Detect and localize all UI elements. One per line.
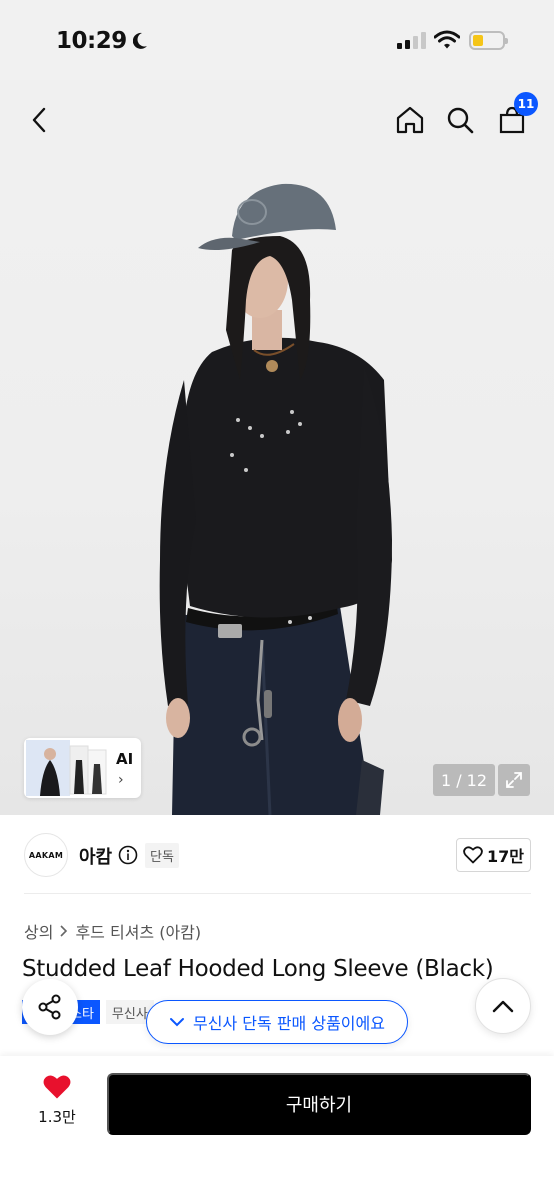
exclusive-toast: 무신사 단독 판매 상품이에요 bbox=[146, 1000, 408, 1044]
clock: 10:29 bbox=[56, 28, 127, 54]
fullscreen-button[interactable] bbox=[498, 764, 530, 796]
product-title: Studded Leaf Hooded Long Sleeve (Black) bbox=[22, 956, 494, 982]
buy-button[interactable]: 구매하기 bbox=[107, 1073, 531, 1135]
cart-button[interactable]: 11 bbox=[492, 92, 538, 140]
product-image-gallery[interactable]: 11 AI › 1 / 12 bbox=[0, 0, 554, 815]
chevron-down-icon bbox=[170, 1018, 185, 1027]
home-button[interactable] bbox=[390, 100, 430, 140]
image-counter: 1 / 12 bbox=[433, 764, 495, 796]
ai-thumbnail-images bbox=[26, 740, 107, 796]
moon-icon bbox=[132, 32, 147, 49]
brand-logo[interactable]: AAKAM bbox=[24, 833, 68, 877]
brand-like-count: 17만 bbox=[487, 847, 524, 866]
ai-styling-card[interactable]: AI › bbox=[24, 738, 141, 798]
status-time: 10:29 bbox=[56, 28, 153, 54]
chevron-up-icon bbox=[492, 1000, 514, 1013]
home-icon bbox=[396, 106, 424, 134]
breadcrumb: 상의 후드 티셔츠 (아캄) bbox=[24, 919, 201, 943]
chevron-right-icon bbox=[60, 925, 68, 937]
chevron-left-icon bbox=[32, 107, 46, 133]
exclusive-badge: 단독 bbox=[145, 843, 179, 868]
brand-like-button[interactable]: 17만 bbox=[456, 838, 531, 872]
share-icon bbox=[38, 994, 61, 1020]
battery-level bbox=[473, 35, 483, 46]
expand-icon bbox=[506, 772, 522, 788]
wishlist-count: 1.3만 bbox=[38, 1108, 76, 1126]
divider bbox=[24, 893, 531, 894]
toast-text: 무신사 단독 판매 상품이에요 bbox=[193, 1014, 385, 1033]
heart-outline-icon bbox=[463, 846, 483, 864]
wishlist-button[interactable]: 1.3만 bbox=[30, 1074, 84, 1134]
status-bar: 10:29 bbox=[0, 0, 554, 80]
ai-label: AI bbox=[116, 750, 134, 768]
brand-name[interactable]: 아캄 bbox=[79, 843, 112, 869]
wifi-icon bbox=[434, 30, 460, 49]
battery-icon bbox=[469, 31, 508, 50]
share-button[interactable] bbox=[22, 979, 78, 1035]
search-icon bbox=[447, 107, 474, 134]
search-button[interactable] bbox=[440, 100, 480, 140]
chevron-right-icon: › bbox=[118, 772, 124, 788]
bottom-action-bar: 1.3만 구매하기 bbox=[0, 1056, 554, 1200]
back-button[interactable] bbox=[20, 100, 60, 140]
info-icon[interactable] bbox=[118, 845, 138, 865]
heart-filled-icon bbox=[43, 1075, 71, 1099]
breadcrumb-item-subcategory[interactable]: 후드 티셔츠 (아캄) bbox=[75, 919, 201, 943]
cellular-signal-icon bbox=[397, 32, 426, 49]
breadcrumb-item-category[interactable]: 상의 bbox=[24, 919, 53, 943]
cart-count-badge: 11 bbox=[514, 92, 538, 116]
scroll-top-button[interactable] bbox=[475, 978, 531, 1034]
